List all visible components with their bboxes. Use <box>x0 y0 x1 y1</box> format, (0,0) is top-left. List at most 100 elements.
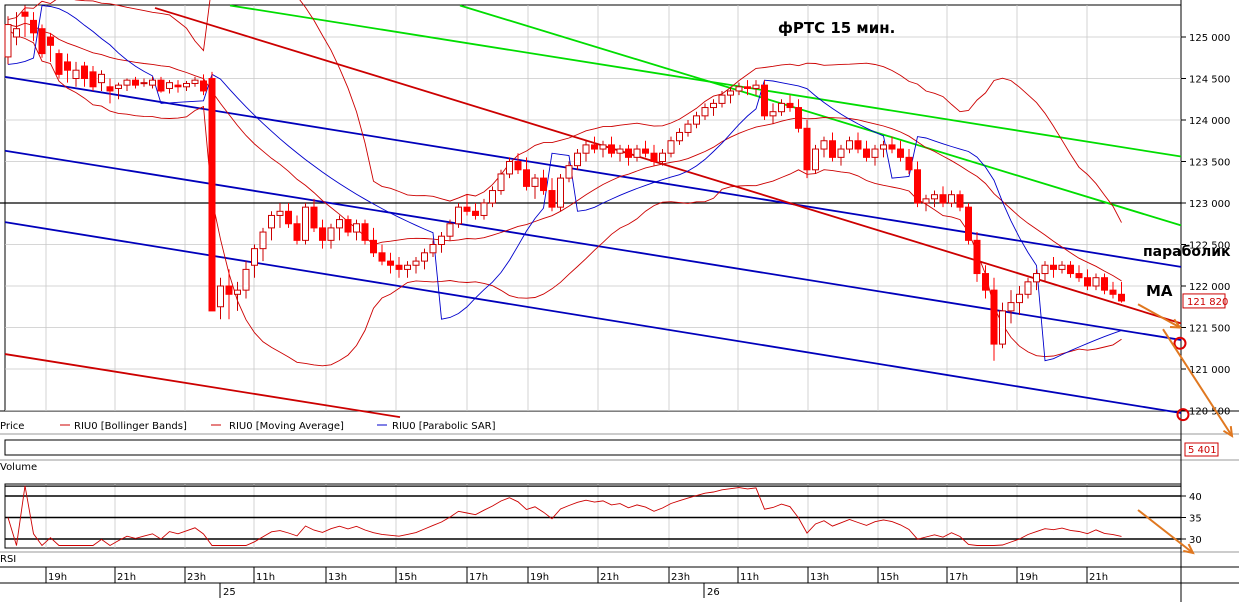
candle-body <box>157 79 165 92</box>
candle-body <box>642 148 649 154</box>
rsi-tick-label: 35 <box>1189 514 1202 525</box>
candle-body <box>735 86 743 92</box>
candle-body <box>795 107 802 129</box>
candle-body <box>667 140 675 154</box>
candle-body <box>13 28 20 38</box>
legend-moving-average: RIU0 [Moving Average] <box>229 421 344 432</box>
candle-body <box>897 148 904 158</box>
candle-body <box>268 214 275 229</box>
candle-body <box>47 36 54 46</box>
candle-body <box>81 65 88 80</box>
candle-body <box>956 194 964 208</box>
candle-body <box>880 144 887 150</box>
candle-body <box>531 177 539 187</box>
candle-body <box>217 285 224 308</box>
candle-body <box>489 190 496 204</box>
price-axis: 125 000124 500124 000123 500123 000122 5… <box>1181 33 1230 418</box>
candle-body <box>106 86 114 92</box>
candle-body <box>557 177 564 208</box>
candle-body <box>973 239 981 275</box>
volume-panel-frame <box>4 439 1182 456</box>
candle-body <box>412 260 420 266</box>
candle-body <box>863 148 870 158</box>
price-tick-label: 125 000 <box>1189 33 1230 44</box>
candle-body <box>710 102 717 109</box>
candle-body <box>225 285 233 295</box>
candle-body <box>506 161 513 175</box>
candle-body <box>378 252 386 262</box>
candle-body <box>939 194 947 204</box>
time-tick-label: 13h <box>810 572 829 583</box>
candle-body <box>965 206 972 241</box>
time-tick-label: 19h <box>1019 572 1038 583</box>
candle-body <box>565 165 573 179</box>
candle-body <box>353 223 360 233</box>
volume-label: Volume <box>0 462 37 473</box>
day-tick-label: 26 <box>707 587 720 598</box>
candle-body <box>727 90 734 96</box>
price-tick-label: 122 000 <box>1189 282 1230 293</box>
candle-body <box>387 260 394 266</box>
candle-body <box>514 161 522 171</box>
time-tick-label: 15h <box>398 572 417 583</box>
candle-body <box>421 252 428 262</box>
price-tick-label: 121 500 <box>1189 324 1230 335</box>
candle-body <box>523 169 530 187</box>
candle-body <box>786 102 794 109</box>
candle-body <box>166 82 173 89</box>
candle-body <box>115 84 122 89</box>
candle-body <box>701 107 709 117</box>
candle-body <box>914 169 921 204</box>
time-tick-label: 21h <box>1089 572 1108 583</box>
price-tick-label: 120 500 <box>1189 407 1230 418</box>
candle-body <box>38 28 46 55</box>
candle-body <box>837 148 845 158</box>
time-tick-label: 19h <box>48 572 67 583</box>
candle-body <box>931 194 938 200</box>
candle-body <box>1007 302 1015 312</box>
candle-body <box>540 177 547 192</box>
candle-body <box>404 264 411 270</box>
annotation-ma: МА <box>1146 282 1173 300</box>
candle-body <box>64 61 71 71</box>
candle-body <box>888 144 896 150</box>
candle-body <box>344 219 352 233</box>
candle-body <box>446 223 454 237</box>
candle-body <box>497 173 505 192</box>
volume-value: 5 401 <box>1188 445 1217 456</box>
candle-body <box>336 219 343 229</box>
time-tick-label: 15h <box>880 572 899 583</box>
candle-body <box>395 264 403 270</box>
candle-body <box>693 115 700 125</box>
legend-price-label: Price <box>0 421 24 432</box>
candle-body <box>327 227 335 241</box>
day-tick-label: 25 <box>223 587 236 598</box>
price-tick-label: 123 000 <box>1189 199 1230 210</box>
price-tick-label: 123 500 <box>1189 158 1230 169</box>
candle-body <box>548 190 556 208</box>
time-tick-label: 19h <box>530 572 549 583</box>
candle-body <box>769 111 777 117</box>
candle-body <box>820 140 828 150</box>
candle-body <box>608 144 615 154</box>
candle-body <box>132 79 139 86</box>
price-tick-label: 121 000 <box>1189 365 1230 376</box>
candle-body <box>761 84 768 117</box>
price-tick-label: 124 000 <box>1189 116 1230 127</box>
candle-body <box>676 131 683 142</box>
candle-body <box>21 11 29 17</box>
legend-parabolic-sar: RIU0 [Parabolic SAR] <box>392 421 496 432</box>
time-tick-label: 23h <box>671 572 690 583</box>
candle-body <box>285 210 292 225</box>
time-tick-label: 17h <box>949 572 968 583</box>
candle-body <box>174 84 182 88</box>
candle-body <box>591 144 598 150</box>
candle-body <box>72 69 80 79</box>
candle-body <box>982 273 989 291</box>
rsi-label: RSI <box>0 554 16 565</box>
candle-body <box>123 79 131 86</box>
candle-body <box>659 152 666 162</box>
candle-body <box>1033 273 1040 283</box>
candle-body <box>574 152 581 167</box>
candle-body <box>472 210 479 216</box>
